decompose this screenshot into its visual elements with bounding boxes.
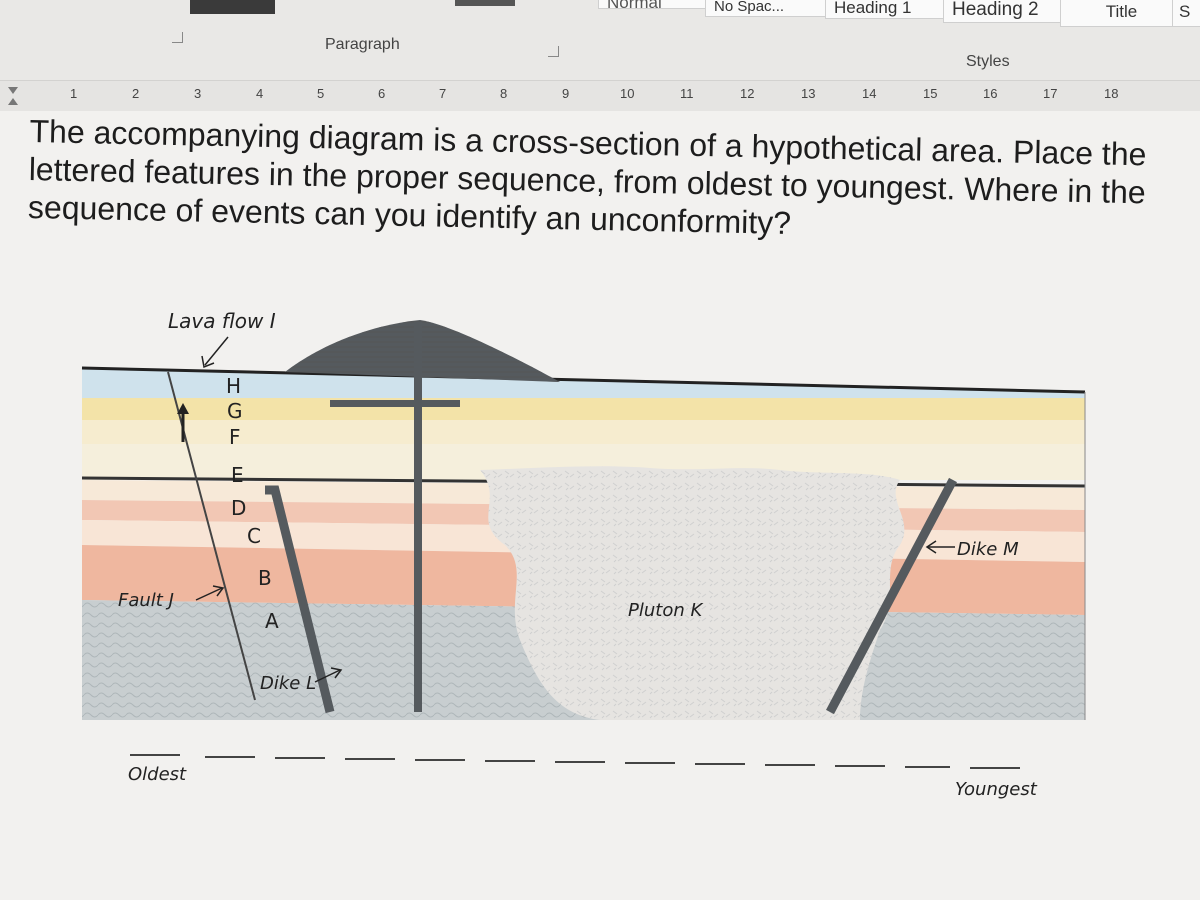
fault-label: Fault J (118, 590, 174, 611)
ribbon-shadow (190, 0, 275, 14)
cross-section-diagram: H G F E D C B A Lava flow I Fault J Dike… (81, 309, 1086, 800)
ruler-number: 2 (132, 86, 140, 101)
style-heading-1-label: Heading 1 (834, 0, 912, 17)
style-normal[interactable]: Normal (598, 0, 711, 9)
ruler-number: 9 (562, 86, 570, 101)
ruler-number: 14 (862, 86, 877, 101)
ruler-number: 6 (378, 86, 386, 101)
oldest-label: Oldest (128, 764, 187, 785)
lava-flow-texture (285, 320, 560, 382)
styles-group-label: Styles (966, 53, 1010, 70)
ruler-number: 12 (740, 86, 755, 101)
ruler-number: 5 (317, 86, 325, 101)
ruler-number: 18 (1104, 86, 1119, 101)
paragraph-group-label: Paragraph (325, 36, 400, 53)
ruler-number: 15 (923, 86, 938, 101)
layer-letter: G (227, 399, 243, 423)
answer-blanks[interactable] (130, 754, 1020, 769)
style-heading-2[interactable]: Heading 2 (943, 0, 1066, 23)
paragraph-dialog-launcher-icon[interactable] (548, 46, 559, 57)
ruler-number: 17 (1043, 86, 1058, 101)
question-text: The accompanying diagram is a cross-sect… (27, 112, 1147, 241)
layer-letter: A (265, 609, 279, 633)
layer-letter: E (231, 463, 244, 487)
style-subtitle[interactable]: S (1172, 0, 1200, 27)
sill (330, 400, 460, 407)
style-heading-2-label: Heading 2 (952, 0, 1039, 20)
layer-letter: C (247, 524, 261, 548)
style-title[interactable]: Title (1060, 0, 1183, 27)
layer-letter: D (231, 496, 246, 520)
layer-letter: F (229, 425, 241, 449)
ruler-number: 8 (500, 86, 508, 101)
word-ribbon: Normal No Spac... Heading 1 Heading 2 Ti… (0, 0, 1200, 80)
layer-letter: H (226, 374, 241, 398)
ruler-number: 13 (801, 86, 816, 101)
font-dialog-launcher-icon[interactable] (172, 32, 183, 43)
feeder-dike (414, 322, 422, 712)
ruler-number: 11 (680, 86, 694, 101)
style-normal-label: Normal (607, 0, 662, 8)
ruler-number: 16 (983, 86, 998, 101)
style-subtitle-label: S (1179, 2, 1191, 21)
pluton-label: Pluton K (628, 600, 703, 621)
style-title-label: Title (1105, 2, 1138, 21)
ribbon-shadow (455, 0, 515, 6)
lava-flow-label: Lava flow I (168, 309, 276, 333)
layer-letter: B (258, 566, 272, 590)
dike-l-label: Dike L (260, 673, 316, 694)
ruler-number: 10 (620, 86, 635, 101)
horizontal-ruler[interactable] (0, 80, 1200, 112)
ruler-number: 1 (70, 86, 78, 101)
style-no-spacing-label: No Spac... (714, 0, 785, 15)
ruler-number: 7 (439, 86, 447, 101)
pluton-k-texture (480, 466, 905, 720)
style-heading-1[interactable]: Heading 1 (825, 0, 948, 19)
ruler-number: 4 (256, 86, 264, 101)
style-no-spacing[interactable]: No Spac... (705, 0, 833, 17)
dike-m-label: Dike M (957, 539, 1019, 560)
youngest-label: Youngest (955, 779, 1038, 800)
ruler-number: 3 (194, 86, 202, 101)
lava-flow-pointer (204, 336, 229, 366)
